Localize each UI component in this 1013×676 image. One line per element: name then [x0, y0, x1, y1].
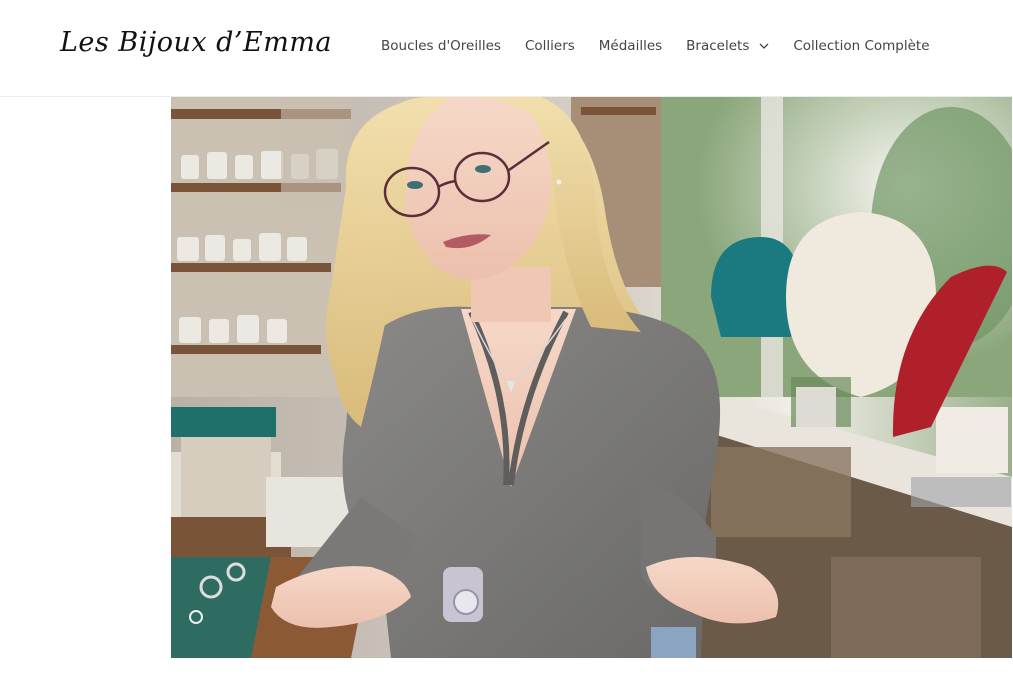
nav-dropdown-bracelets[interactable]: Bracelets — [686, 38, 769, 54]
nav-link-boucles-doreilles[interactable]: Boucles d'Oreilles — [381, 38, 501, 54]
shelves — [171, 97, 351, 397]
site-header: Les Bijoux d’Emma Boucles d'Oreilles Col… — [0, 0, 1013, 97]
nav-dropdown-bracelets-label: Bracelets — [686, 38, 750, 54]
nav-link-collection-complete[interactable]: Collection Complète — [793, 38, 929, 54]
nav-link-colliers[interactable]: Colliers — [525, 38, 575, 54]
hero-banner — [171, 97, 1012, 658]
nav-link-medailles[interactable]: Médailles — [599, 38, 662, 54]
main-nav: Boucles d'Oreilles Colliers Médailles Br… — [381, 36, 930, 56]
site-logo[interactable]: Les Bijoux d’Emma — [60, 27, 332, 58]
hero-image — [171, 97, 1012, 658]
chevron-down-icon — [759, 43, 769, 49]
